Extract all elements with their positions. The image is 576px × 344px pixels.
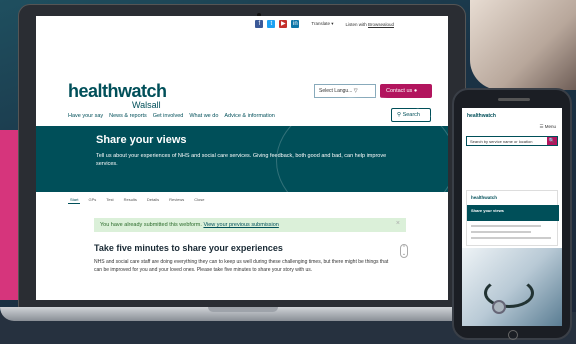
status-notice: You have already submitted this webform.… [94, 218, 406, 232]
scroll-arrows-icon[interactable]: ⌃ ⌄ [400, 244, 408, 258]
phone-preview-logo: healthwatch [471, 195, 498, 200]
linkedin-icon[interactable]: in [291, 20, 300, 28]
listen-text: Listen with Browsealoud [345, 21, 394, 27]
stethoscope-head [492, 300, 506, 314]
nav-item-news-reports[interactable]: News & reports [109, 113, 147, 119]
nav-item-have-your-say[interactable]: Have your say [68, 113, 103, 119]
tab-test[interactable]: Test [104, 196, 115, 204]
hero-description: Tell us about your experiences of NHS an… [96, 153, 387, 167]
intro-paragraph: NHS and social care staff are doing ever… [94, 259, 389, 273]
menu-button[interactable]: ☰ Menu [539, 124, 556, 130]
stethoscope-photo [462, 248, 562, 326]
previous-submission-link[interactable]: View your previous submission [203, 222, 278, 228]
phone-speaker [498, 98, 530, 101]
search-icon[interactable]: 🔍 [547, 137, 557, 145]
tab-details[interactable]: Details [145, 196, 161, 204]
nav-item-advice-information[interactable]: Advice & information [224, 113, 274, 119]
phone-page-preview: healthwatch Share your views [466, 190, 559, 246]
circle-icon: ● [413, 88, 418, 94]
phone-preview-line [471, 237, 551, 239]
close-icon[interactable]: × [396, 220, 400, 227]
laptop-screen: f t ▶ in Translate ▾ Listen with Browsea… [36, 16, 448, 300]
nav-item-get-involved[interactable]: Get involved [153, 113, 184, 119]
background-person-image [470, 0, 576, 90]
translate-dropdown[interactable]: Translate ▾ [311, 21, 333, 27]
chevron-down-icon: ▽ [353, 88, 358, 94]
tab-reviews[interactable]: Reviews [167, 196, 186, 204]
twitter-icon[interactable]: t [267, 20, 276, 28]
phone-preview-line [471, 225, 541, 227]
phone-preview-line [471, 231, 531, 233]
main-nav: Have your say News & reports Get involve… [68, 113, 275, 119]
laptop-notch [208, 307, 278, 312]
nav-item-what-we-do[interactable]: What we do [189, 113, 218, 119]
phone-preview-title: Share your views [471, 208, 504, 213]
tab-gps[interactable]: GPs [86, 196, 98, 204]
tab-start[interactable]: Start [68, 196, 81, 204]
phone-home-button [508, 330, 518, 340]
phone-screen: healthwatch ☰ Menu Search by service nam… [462, 108, 562, 326]
phone-frame: healthwatch ☰ Menu Search by service nam… [452, 88, 572, 340]
hero-banner: Share your views Tell us about your expe… [36, 96, 448, 226]
top-utility-bar: f t ▶ in Translate ▾ Listen with Browsea… [36, 16, 448, 32]
contact-us-button[interactable]: Contact us ● [380, 84, 432, 98]
phone-search-input[interactable]: Search by service name or location 🔍 [466, 136, 558, 146]
form-progress-tabs: Start GPs Test Results Details Reviews C… [68, 196, 207, 204]
phone-site-logo[interactable]: healthwatch [467, 113, 496, 119]
site-logo[interactable]: healthwatch [68, 81, 167, 102]
site-logo-subtitle: Walsall [132, 100, 161, 110]
tab-results[interactable]: Results [122, 196, 139, 204]
section-title: Take five minutes to share your experien… [94, 243, 283, 253]
phone-preview-hero: Share your views [467, 205, 559, 221]
page-title: Share your views [96, 134, 187, 146]
facebook-icon[interactable]: f [255, 20, 264, 28]
tab-close[interactable]: Close [192, 196, 206, 204]
youtube-icon[interactable]: ▶ [279, 20, 288, 28]
browsealoud-link[interactable]: Browsealoud [368, 22, 394, 27]
